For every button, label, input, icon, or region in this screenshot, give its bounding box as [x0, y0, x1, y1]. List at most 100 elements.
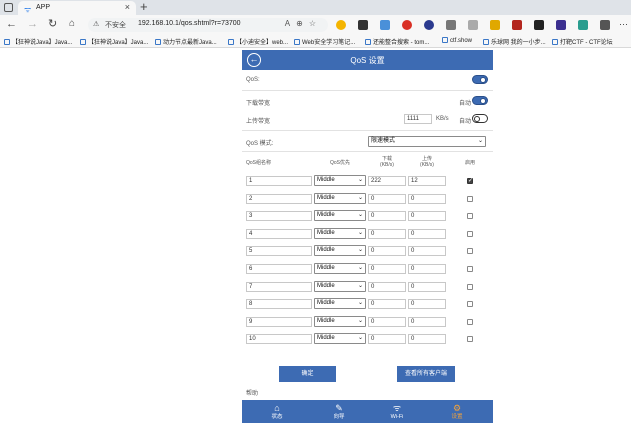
enable-checkbox[interactable] [467, 284, 473, 290]
bookmark-item[interactable]: 乐球网 我的一小步... [483, 37, 546, 46]
close-icon[interactable]: × [125, 2, 130, 12]
priority-select[interactable]: Middle ⌄ [314, 245, 366, 256]
tab-actions-icon[interactable] [4, 3, 13, 12]
priority-select[interactable]: Middle ⌄ [314, 281, 366, 292]
upload-auto-toggle[interactable] [472, 114, 488, 123]
chevron-down-icon: ⌄ [357, 230, 363, 236]
enable-checkbox[interactable] [467, 319, 473, 325]
download-limit-input[interactable]: 0 [368, 299, 406, 309]
extension-icon[interactable] [578, 20, 588, 30]
enable-checkbox[interactable] [467, 196, 473, 202]
enable-checkbox[interactable] [467, 231, 473, 237]
bookmark-item[interactable]: Web安全学习笔记... [294, 37, 355, 46]
upload-limit-input[interactable]: 0 [408, 229, 446, 239]
group-name-input[interactable]: 1 [246, 176, 312, 186]
extension-icon[interactable] [336, 20, 346, 30]
upload-limit-input[interactable]: 0 [408, 211, 446, 221]
upload-limit-input[interactable]: 0 [408, 282, 446, 292]
view-clients-button[interactable]: 查看所有客户端 [397, 366, 455, 382]
back-arrow-icon[interactable]: ← [6, 18, 17, 30]
bookmark-item[interactable]: 动力节点最新Java... [155, 37, 217, 46]
group-name-input[interactable]: 4 [246, 229, 312, 239]
download-limit-input[interactable]: 0 [368, 194, 406, 204]
group-name-input[interactable]: 2 [246, 194, 312, 204]
download-auto-toggle[interactable] [472, 96, 488, 105]
bookmark-item[interactable]: 【小迪安全】web... [228, 37, 288, 46]
nav-settings[interactable]: ⚙ 设置 [426, 400, 488, 423]
forward-arrow-icon[interactable]: → [27, 18, 38, 30]
priority-select[interactable]: Middle ⌄ [314, 228, 366, 239]
enable-checkbox[interactable] [467, 177, 473, 184]
group-name-input[interactable]: 3 [246, 211, 312, 221]
warning-icon: ⚠ [93, 21, 100, 28]
help-link[interactable]: 帮助 [246, 388, 258, 397]
group-name-input[interactable]: 6 [246, 264, 312, 274]
extension-icon[interactable] [468, 20, 478, 30]
nav-status[interactable]: ⌂ 状态 [246, 400, 308, 423]
group-name-input[interactable]: 10 [246, 334, 312, 344]
bookmark-item[interactable]: 打靶CTF - CTF论坛 [552, 37, 613, 46]
download-limit-input[interactable]: 0 [368, 334, 406, 344]
extension-icon[interactable] [512, 20, 522, 30]
upload-limit-input[interactable]: 0 [408, 317, 446, 327]
home-icon[interactable]: ⌂ [69, 18, 75, 30]
extension-icon[interactable] [380, 20, 390, 30]
reload-icon[interactable]: ↻ [48, 18, 57, 30]
bookmark-icon [483, 39, 489, 45]
new-tab-icon[interactable]: + [140, 0, 148, 14]
bookmark-item[interactable]: 【狂神说Java】Java... [4, 37, 72, 46]
group-name-input[interactable]: 9 [246, 317, 312, 327]
priority-select[interactable]: Middle ⌄ [314, 210, 366, 221]
browser-tab[interactable]: ᯤ APP × [18, 1, 136, 15]
extension-icon[interactable] [358, 20, 368, 30]
confirm-button[interactable]: 确定 [279, 366, 336, 382]
upload-bandwidth-input[interactable]: 1111 [404, 114, 432, 124]
extension-icon[interactable] [402, 20, 412, 30]
enable-checkbox[interactable] [467, 336, 473, 342]
menu-icon[interactable]: ⋯ [619, 18, 628, 30]
enable-checkbox[interactable] [467, 248, 473, 254]
download-limit-input[interactable]: 0 [368, 211, 406, 221]
extension-icon[interactable] [446, 20, 456, 30]
address-bar[interactable]: ⚠ 不安全 192.168.10.1/qos.shtml?r=73700 A⊕☆ [88, 18, 328, 32]
qos-mode-select[interactable]: 限速模式 ⌄ [368, 136, 486, 147]
download-limit-input[interactable]: 0 [368, 264, 406, 274]
enable-checkbox[interactable] [467, 301, 473, 307]
extension-icon[interactable] [600, 20, 610, 30]
qos-toggle[interactable] [472, 75, 488, 84]
bookmark-item[interactable]: ctf.show [442, 37, 472, 44]
address-actions-icon[interactable]: A⊕☆ [285, 19, 322, 28]
download-limit-input[interactable]: 0 [368, 282, 406, 292]
download-limit-input[interactable]: 0 [368, 246, 406, 256]
extension-icon[interactable] [490, 20, 500, 30]
enable-checkbox[interactable] [467, 213, 473, 219]
group-name-input[interactable]: 8 [246, 299, 312, 309]
extension-icon[interactable] [534, 20, 544, 30]
enable-checkbox[interactable] [467, 266, 473, 272]
download-limit-input[interactable]: 0 [368, 317, 406, 327]
upload-limit-input[interactable]: 0 [408, 299, 446, 309]
priority-select[interactable]: Middle ⌄ [314, 298, 366, 309]
priority-select[interactable]: Middle ⌄ [314, 333, 366, 344]
nav-wizard[interactable]: ✎ 向导 [308, 400, 370, 423]
upload-limit-input[interactable]: 0 [408, 194, 446, 204]
upload-limit-input[interactable]: 0 [408, 246, 446, 256]
group-name-input[interactable]: 5 [246, 246, 312, 256]
download-limit-input[interactable]: 222 [368, 176, 406, 186]
download-limit-input[interactable]: 0 [368, 229, 406, 239]
nav-wifi[interactable]: ᯤ Wi-Fi [366, 400, 428, 423]
priority-select[interactable]: Middle ⌄ [314, 316, 366, 327]
priority-select[interactable]: Middle ⌄ [314, 175, 366, 186]
priority-select[interactable]: Middle ⌄ [314, 193, 366, 204]
priority-value: Middle [317, 265, 335, 271]
upload-limit-input[interactable]: 0 [408, 264, 446, 274]
bookmark-item[interactable]: 还能整合搜索 - tom... [365, 37, 429, 46]
upload-limit-input[interactable]: 0 [408, 334, 446, 344]
upload-limit-input[interactable]: 12 [408, 176, 446, 186]
extension-icon[interactable] [556, 20, 566, 30]
priority-select[interactable]: Middle ⌄ [314, 263, 366, 274]
extension-icon[interactable] [424, 20, 434, 30]
priority-value: Middle [317, 177, 335, 183]
group-name-input[interactable]: 7 [246, 282, 312, 292]
bookmark-item[interactable]: 【狂神说Java】Java... [80, 37, 148, 46]
